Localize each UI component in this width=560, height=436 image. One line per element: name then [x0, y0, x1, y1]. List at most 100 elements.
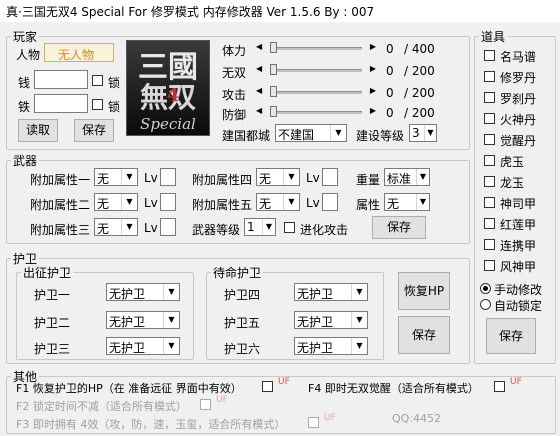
slider-left-arrow-icon[interactable]: ◀	[256, 106, 262, 115]
item-label: 罗刹丹	[500, 92, 537, 106]
attr4-label: 附加属性四	[192, 173, 253, 187]
item-checkbox[interactable]	[484, 176, 495, 187]
chevron-down-icon[interactable]: ▼	[416, 194, 429, 210]
weapon-save-button[interactable]: 保存	[372, 216, 426, 239]
guard1-label: 护卫一	[34, 288, 71, 302]
attack-slider[interactable]: ◀ ▶	[256, 84, 376, 100]
f1-label: F1 恢复护卫的HP（在 准备远征 界面中有效）	[16, 382, 242, 395]
f1-checkbox[interactable]	[262, 381, 273, 392]
weight-select[interactable]: 标准 ▼	[384, 168, 430, 186]
slider-thumb[interactable]	[270, 42, 277, 53]
item-checkbox[interactable]	[484, 71, 495, 82]
chevron-down-icon[interactable]: ▼	[351, 312, 367, 328]
guard3-value: 无护卫	[109, 341, 146, 355]
auto-lock-label: 自动锁定	[494, 299, 543, 313]
slider-right-arrow-icon[interactable]: ▶	[370, 42, 376, 51]
attr5-select[interactable]: 无 ▼	[256, 193, 300, 211]
iron-lock-checkbox[interactable]	[92, 99, 103, 110]
item-checkbox[interactable]	[484, 218, 495, 229]
item-label: 名马谱	[500, 50, 537, 64]
item-checkbox[interactable]	[484, 260, 495, 271]
iron-input[interactable]	[34, 94, 88, 113]
weapon-level-select[interactable]: 1 ▼	[244, 218, 276, 236]
attr3-lv-input[interactable]	[160, 218, 176, 236]
slider-left-arrow-icon[interactable]: ◀	[256, 64, 262, 73]
attr4-select[interactable]: 无 ▼	[256, 168, 300, 186]
attr1-select[interactable]: 无 ▼	[94, 168, 138, 186]
hp-slider[interactable]: ◀ ▶	[256, 40, 376, 56]
chevron-down-icon[interactable]: ▼	[262, 219, 275, 235]
guard1-select[interactable]: 无护卫 ▼	[106, 283, 180, 301]
f2-label: F2 锁定时间不减（适合所有模式）	[16, 400, 187, 413]
slider-thumb[interactable]	[270, 86, 277, 97]
guard2-select[interactable]: 无护卫 ▼	[106, 311, 180, 329]
auto-lock-radio[interactable]	[480, 299, 491, 310]
prop-value: 无	[387, 197, 400, 211]
restore-hp-button[interactable]: 恢复HP	[398, 272, 450, 310]
slider-right-arrow-icon[interactable]: ▶	[370, 86, 376, 95]
hp-max: / 400	[404, 42, 435, 56]
chevron-down-icon[interactable]: ▼	[416, 169, 429, 185]
chevron-down-icon[interactable]: ▼	[330, 125, 346, 141]
item-checkbox[interactable]	[484, 113, 495, 124]
chevron-down-icon[interactable]: ▼	[121, 169, 137, 185]
chevron-down-icon[interactable]: ▼	[163, 312, 179, 328]
attr5-lv-input[interactable]	[322, 193, 338, 211]
chevron-down-icon[interactable]: ▼	[121, 194, 137, 210]
chevron-down-icon[interactable]: ▼	[351, 284, 367, 300]
chevron-down-icon[interactable]: ▼	[283, 194, 299, 210]
guard-save-button[interactable]: 保存	[398, 316, 450, 354]
chevron-down-icon[interactable]: ▼	[121, 219, 137, 235]
guard6-select[interactable]: 无护卫 ▼	[294, 337, 368, 355]
item-label: 火神丹	[500, 113, 537, 127]
build-level-select[interactable]: 3 ▼	[409, 124, 437, 142]
money-input[interactable]	[34, 70, 88, 89]
defense-slider[interactable]: ◀ ▶	[256, 104, 376, 120]
f3-label: F3 即时拥有 4效（攻，防，速，玉玺，适合所有模式）	[16, 418, 286, 431]
attr2-select[interactable]: 无 ▼	[94, 193, 138, 211]
f2-checkbox[interactable]	[200, 399, 211, 410]
guard4-select[interactable]: 无护卫 ▼	[294, 283, 368, 301]
slider-left-arrow-icon[interactable]: ◀	[256, 42, 262, 51]
manual-mode-radio[interactable]	[480, 283, 491, 294]
items-save-button[interactable]: 保存	[486, 318, 536, 354]
item-checkbox[interactable]	[484, 50, 495, 61]
chevron-down-icon[interactable]: ▼	[424, 125, 436, 141]
slider-right-arrow-icon[interactable]: ▶	[370, 106, 376, 115]
chevron-down-icon[interactable]: ▼	[283, 169, 299, 185]
item-checkbox[interactable]	[484, 155, 495, 166]
money-lock-checkbox[interactable]	[92, 75, 103, 86]
item-checkbox[interactable]	[484, 92, 495, 103]
item-checkbox[interactable]	[484, 134, 495, 145]
attr1-lv-input[interactable]	[160, 168, 176, 186]
slider-thumb[interactable]	[270, 64, 277, 75]
stat-label-attack: 攻击	[222, 88, 247, 102]
guard3-select[interactable]: 无护卫 ▼	[106, 337, 180, 355]
evolve-attack-checkbox[interactable]	[284, 222, 295, 233]
city-select[interactable]: 不建国 ▼	[275, 124, 347, 142]
item-checkbox[interactable]	[484, 239, 495, 250]
chevron-down-icon[interactable]: ▼	[163, 284, 179, 300]
prop-select[interactable]: 无 ▼	[384, 193, 430, 211]
weight-value: 标准	[387, 172, 412, 186]
musou-slider[interactable]: ◀ ▶	[256, 62, 376, 78]
chevron-down-icon[interactable]: ▼	[351, 338, 367, 354]
slider-thumb[interactable]	[270, 106, 277, 117]
item-checkbox[interactable]	[484, 197, 495, 208]
attr3-select[interactable]: 无 ▼	[94, 218, 138, 236]
read-button[interactable]: 读取	[18, 119, 58, 142]
guard5-select[interactable]: 无护卫 ▼	[294, 311, 368, 329]
attr5-lv-label: Lv	[306, 196, 320, 210]
slider-right-arrow-icon[interactable]: ▶	[370, 64, 376, 73]
item-label: 连携甲	[500, 239, 537, 253]
attr4-lv-input[interactable]	[322, 168, 338, 186]
chevron-down-icon[interactable]: ▼	[163, 338, 179, 354]
player-save-button[interactable]: 保存	[74, 119, 114, 142]
attack-value: 0	[386, 86, 394, 100]
slider-left-arrow-icon[interactable]: ◀	[256, 86, 262, 95]
f3-checkbox[interactable]	[308, 417, 319, 428]
f4-checkbox[interactable]	[494, 381, 505, 392]
person-value-box: 无人物	[44, 43, 114, 62]
attr2-lv-input[interactable]	[160, 193, 176, 211]
attr4-lv-label: Lv	[306, 171, 320, 185]
